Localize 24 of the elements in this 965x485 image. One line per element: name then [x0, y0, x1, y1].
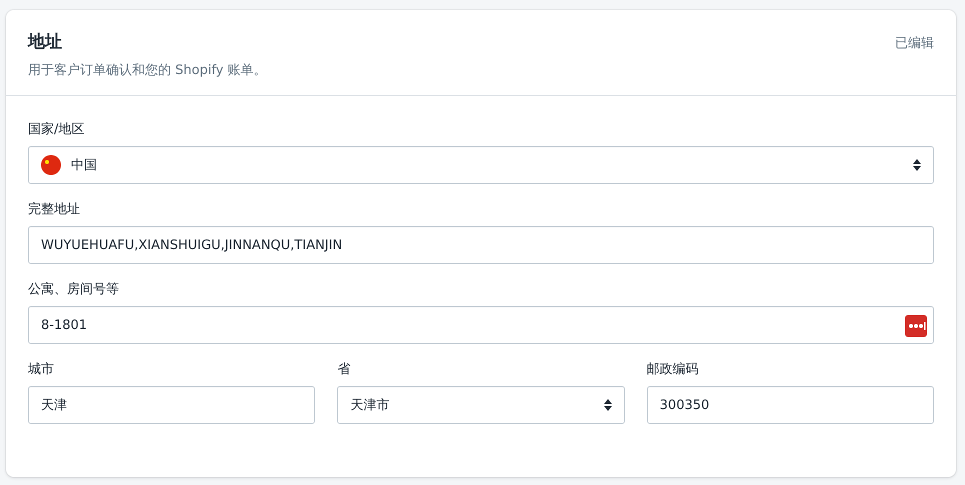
- input-value: 300350: [660, 398, 710, 412]
- field-label: 城市: [28, 361, 55, 378]
- input-field[interactable]: 300350: [646, 386, 934, 424]
- caret-icon: [913, 159, 921, 171]
- field-label: 省: [337, 361, 352, 378]
- edited-status: 已编辑: [895, 35, 934, 53]
- field-label: 国家/地区: [28, 121, 86, 138]
- input-field[interactable]: WUYUEHUAFU,XIANSHUIGU,JINNANQU,TIANJIN: [28, 226, 934, 264]
- field-label: 完整地址: [28, 201, 81, 218]
- field-label: 公寓、房间号等: [28, 281, 120, 298]
- input-field[interactable]: 天津: [28, 386, 316, 424]
- card-subtitle: 用于客户订单确认和您的 Shopify 账单。: [28, 62, 267, 79]
- select-value: 中国: [71, 157, 98, 174]
- password-manager-icon[interactable]: [905, 315, 927, 337]
- field-label: 邮政编码: [646, 361, 700, 378]
- input-value: WUYUEHUAFU,XIANSHUIGU,JINNANQU,TIANJIN: [41, 238, 344, 252]
- caret-icon: [604, 399, 612, 411]
- card-title: 地址: [28, 31, 63, 53]
- input-field[interactable]: 8-1801: [28, 306, 934, 344]
- select-value: 天津市: [350, 397, 390, 414]
- input-value: 天津: [41, 397, 68, 414]
- input-value: 8-1801: [41, 318, 88, 332]
- select-field[interactable]: 天津市: [337, 386, 625, 424]
- select-field[interactable]: 中国: [28, 146, 934, 184]
